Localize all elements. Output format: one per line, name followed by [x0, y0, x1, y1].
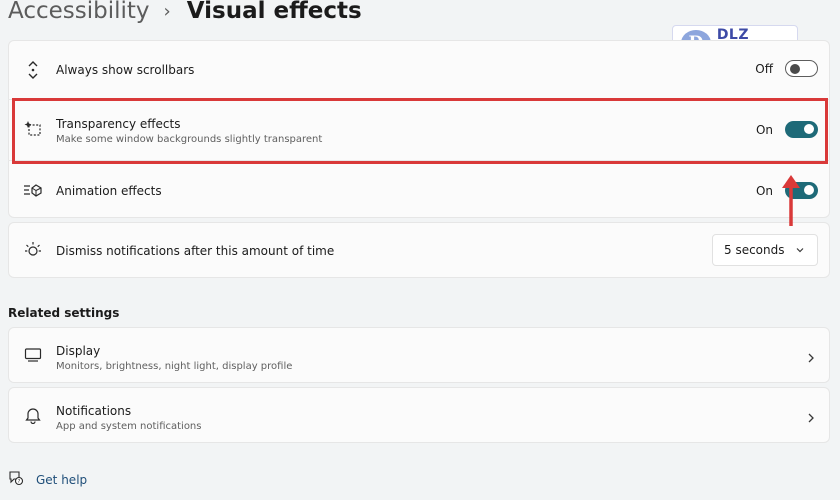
setting-subtitle: App and system notifications	[56, 421, 202, 432]
related-item-display[interactable]: Display Monitors, brightness, night ligh…	[8, 327, 830, 383]
monitor-icon	[23, 345, 43, 365]
page-title: Visual effects	[186, 0, 362, 24]
svg-text:?: ?	[18, 479, 21, 485]
highlight-box	[12, 98, 828, 164]
toggle-knob	[804, 185, 814, 195]
get-help-label: Get help	[36, 472, 88, 487]
breadcrumb: Accessibility › Visual effects	[8, 0, 362, 28]
scrollbar-icon	[23, 60, 43, 80]
setting-row-scrollbars[interactable]: Always show scrollbars Off	[8, 40, 830, 99]
toggle-knob	[790, 64, 800, 74]
chevron-right-icon: ›	[163, 0, 171, 22]
setting-title: Animation effects	[56, 184, 162, 198]
setting-title: Always show scrollbars	[56, 63, 195, 77]
breadcrumb-parent[interactable]: Accessibility	[8, 0, 150, 24]
chevron-right-icon	[806, 409, 816, 428]
help-icon: ?	[8, 470, 24, 489]
chevron-down-icon	[795, 244, 805, 258]
related-item-notifications[interactable]: Notifications App and system notificatio…	[8, 387, 830, 443]
setting-title: Dismiss notifications after this amount …	[56, 244, 335, 258]
sun-icon	[23, 240, 43, 260]
scrollbars-toggle[interactable]	[785, 60, 818, 77]
bell-icon	[23, 405, 43, 425]
toggle-state-label: On	[755, 183, 773, 198]
toggle-state-label: Off	[755, 61, 773, 76]
animation-icon	[23, 180, 43, 200]
dropdown-value: 5 seconds	[724, 243, 785, 257]
arrow-up-icon	[782, 175, 800, 226]
section-heading: Related settings	[8, 306, 120, 320]
chevron-right-icon	[806, 349, 816, 368]
setting-row-notification-time: Dismiss notifications after this amount …	[8, 222, 830, 278]
get-help-link[interactable]: ? Get help	[8, 470, 87, 489]
setting-subtitle: Monitors, brightness, night light, displ…	[56, 361, 293, 372]
setting-title: Notifications	[56, 404, 132, 418]
setting-title: Display	[56, 344, 101, 358]
notification-time-dropdown[interactable]: 5 seconds	[712, 234, 818, 266]
setting-row-animation[interactable]: Animation effects On	[8, 161, 830, 218]
